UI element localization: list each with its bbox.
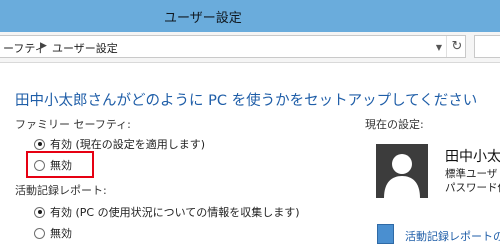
- radio-button-checked[interactable]: [34, 138, 45, 150]
- family-safety-on-label: 有効 (現在の設定を適用します): [50, 138, 206, 151]
- family-safety-label: ファミリー セーフティ:: [15, 118, 131, 131]
- activity-report-off-radio[interactable]: 無効: [34, 225, 72, 241]
- radio-button-checked[interactable]: [34, 206, 45, 218]
- page-heading: 田中小太郎さんがどのように PC を使うかをセットアップしてください: [15, 93, 478, 109]
- activity-report-label: 活動記録レポート:: [15, 184, 107, 197]
- radio-button[interactable]: [34, 227, 45, 239]
- highlight-box: [26, 151, 94, 178]
- current-settings-label: 現在の設定:: [365, 118, 424, 131]
- breadcrumb-item-user-settings[interactable]: ユーザー設定: [52, 40, 118, 56]
- family-safety-on-radio[interactable]: 有効 (現在の設定を適用します): [34, 136, 205, 152]
- address-bar: ーフティ ▶ ユーザー設定 ▼ ↻: [0, 32, 500, 63]
- chevron-down-icon[interactable]: ▼: [434, 43, 444, 53]
- user-name: 田中小太: [445, 149, 500, 165]
- user-password-status: パスワード保: [445, 182, 500, 194]
- window-title: ユーザー設定: [164, 11, 242, 26]
- title-bar: ユーザー設定: [0, 0, 500, 32]
- user-silhouette-icon: [384, 154, 420, 198]
- breadcrumb[interactable]: ーフティ ▶ ユーザー設定 ▼ ↻: [0, 35, 466, 58]
- activity-report-off-label: 無効: [50, 227, 72, 240]
- user-account-type: 標準ユーザ: [445, 168, 498, 180]
- avatar: [376, 144, 428, 198]
- refresh-icon[interactable]: ↻: [446, 36, 467, 57]
- breadcrumb-separator-icon: ▶: [40, 41, 47, 51]
- report-icon: [377, 224, 394, 244]
- activity-report-on-label: 有効 (PC の使用状況についての情報を収集します): [50, 206, 300, 219]
- activity-report-on-radio[interactable]: 有効 (PC の使用状況についての情報を収集します): [34, 204, 300, 220]
- search-input[interactable]: [474, 35, 500, 58]
- activity-report-link[interactable]: 活動記録レポートの: [405, 228, 500, 244]
